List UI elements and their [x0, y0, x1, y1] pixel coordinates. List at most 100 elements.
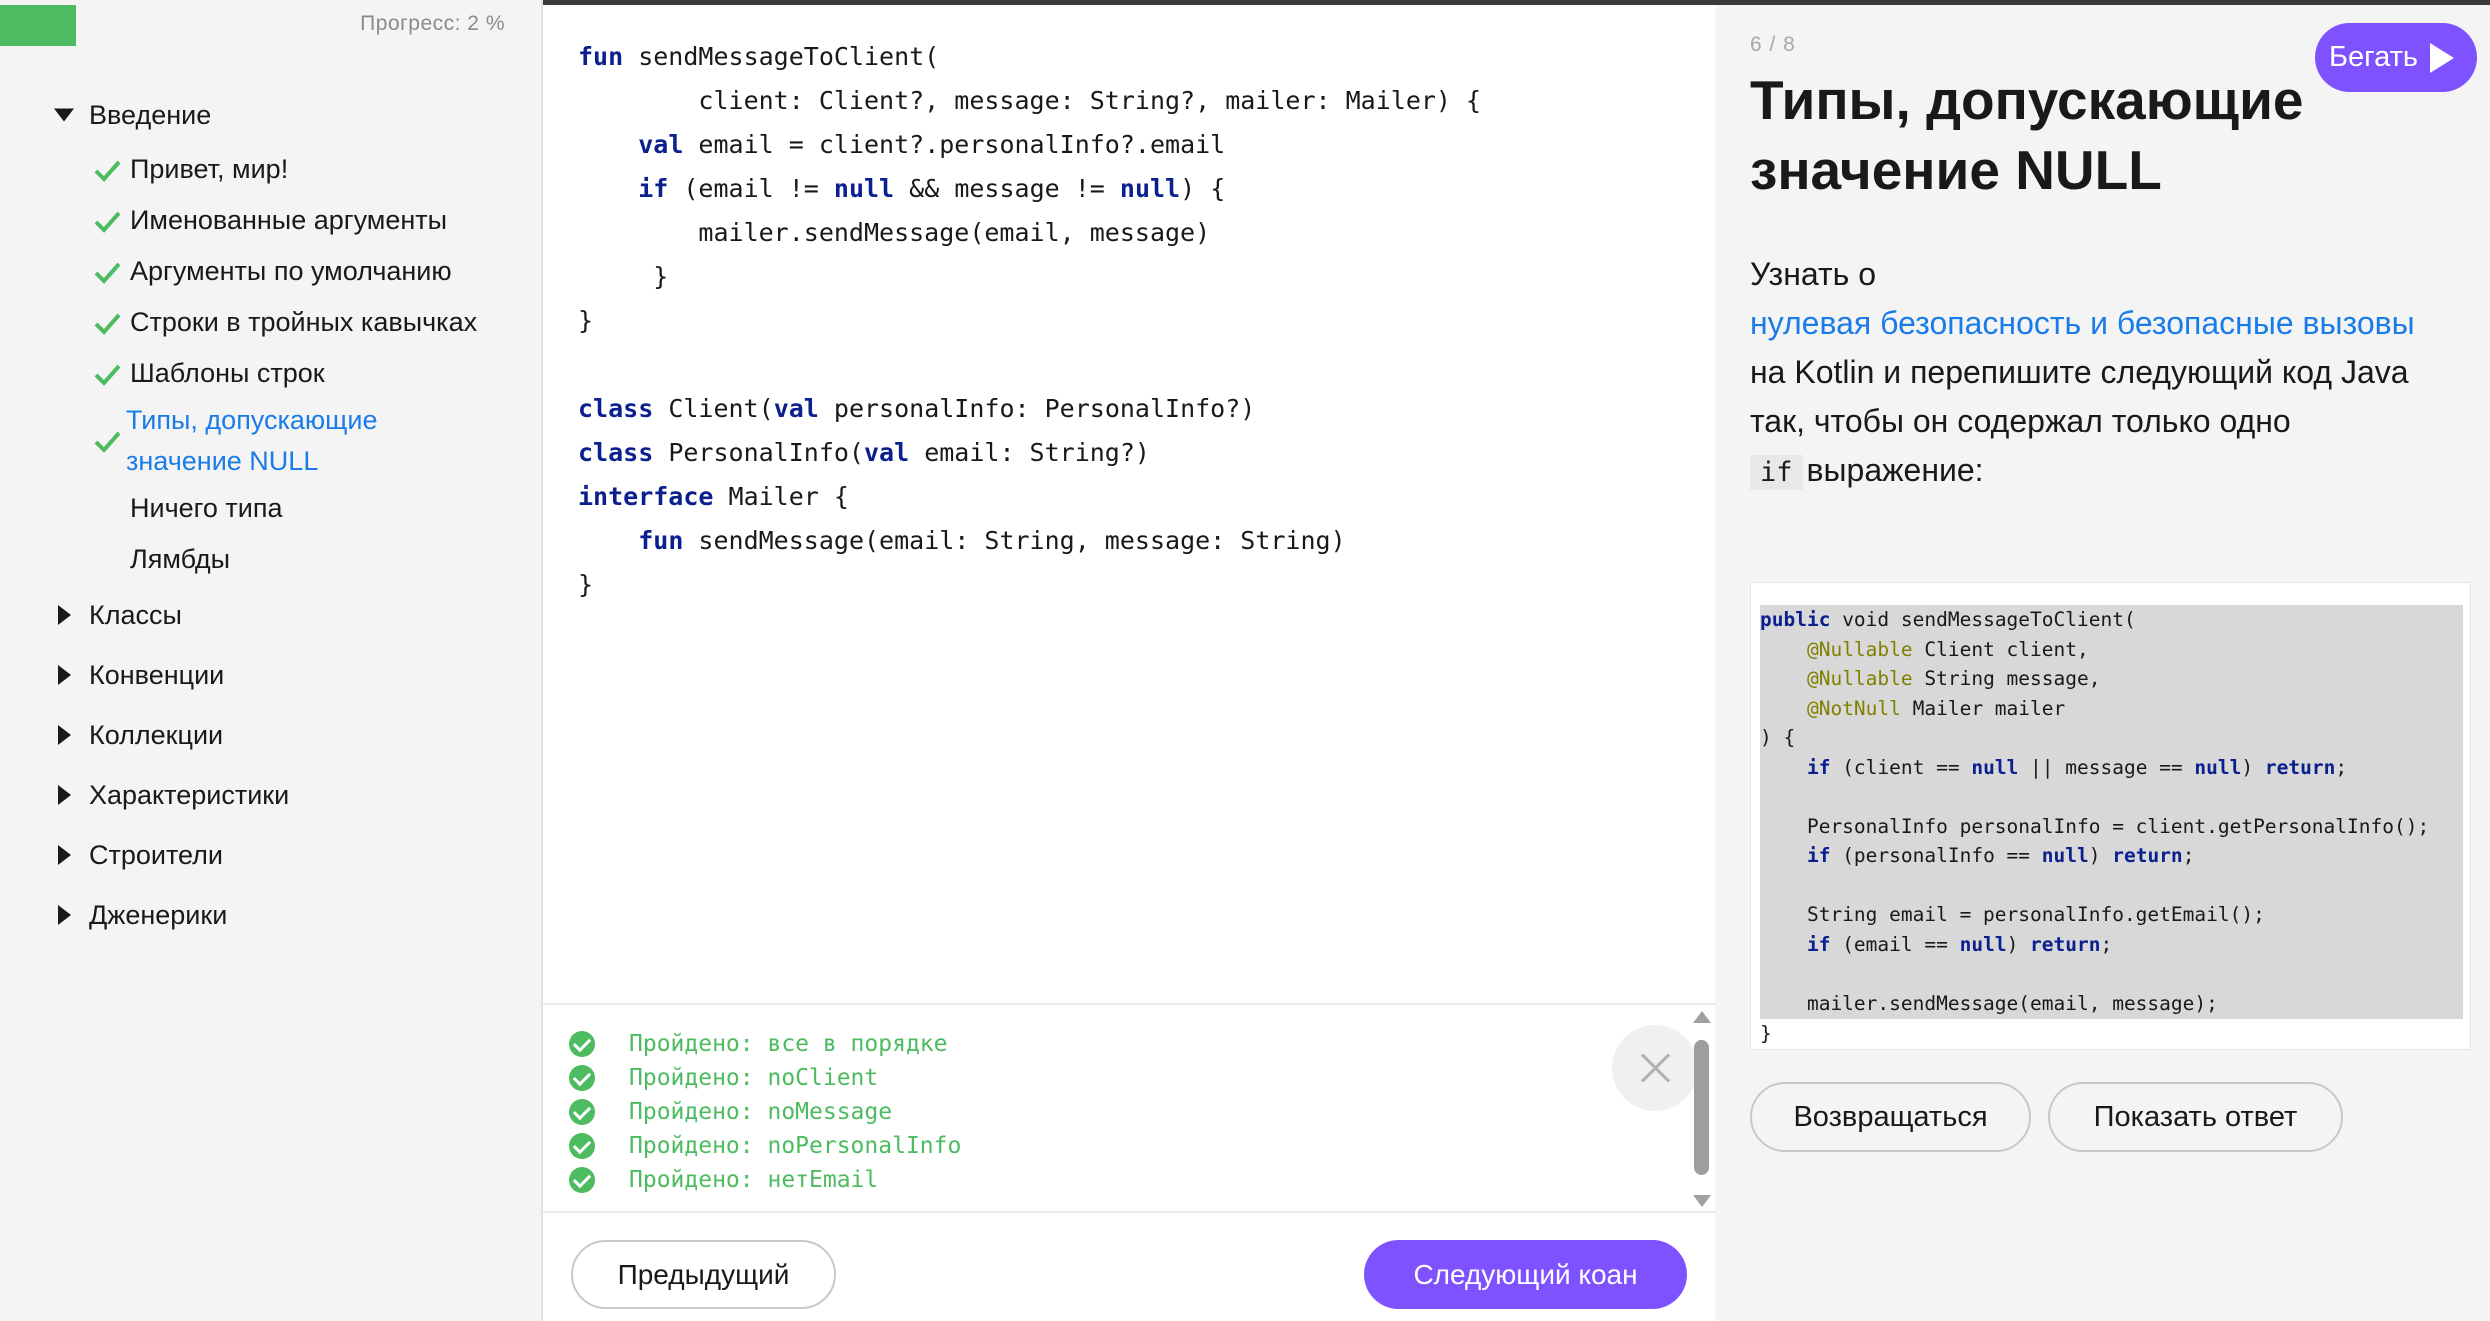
- test-result: Пройдено: noMessage: [569, 1095, 892, 1129]
- lesson-label: Типы, допускающие значение NULL: [126, 405, 378, 476]
- section-generics[interactable]: Дженерики: [0, 885, 541, 945]
- section-label: Введение: [89, 99, 212, 130]
- check-circle-icon: [569, 1133, 595, 1159]
- test-result-text: Пройдено: noMessage: [629, 1099, 893, 1125]
- section-conventions[interactable]: Конвенции: [0, 645, 541, 705]
- desc-suffix: выражение:: [1806, 452, 1984, 488]
- code-editor[interactable]: fun sendMessageToClient( client: Client?…: [543, 5, 1715, 1003]
- scrollbar-thumb[interactable]: [1694, 1040, 1709, 1175]
- test-result: Пройдено: noPersonalInfo: [569, 1129, 961, 1163]
- section-collections[interactable]: Коллекции: [0, 705, 541, 765]
- section-label: Строители: [89, 839, 223, 870]
- code-line: if (email != null && message != null) {: [638, 174, 1226, 203]
- test-result-text: Пройдено: noPersonalInfo: [629, 1133, 962, 1159]
- chevron-down-icon: [54, 108, 74, 122]
- test-result: Пройдено: noClient: [569, 1061, 878, 1095]
- kotlin-code[interactable]: fun sendMessageToClient( client: Client?…: [578, 35, 1481, 607]
- chevron-right-icon: [58, 905, 71, 925]
- test-results-panel: Пройдено: все в порядке Пройдено: noClie…: [543, 1003, 1715, 1213]
- check-icon: [94, 160, 121, 182]
- lesson-label: Именованные аргументы: [130, 205, 448, 235]
- code-line: @NotNull Mailer mailer: [1806, 696, 2066, 720]
- section-intro[interactable]: Введение: [0, 86, 541, 144]
- code-line: if (email == null) return;: [1806, 932, 2113, 956]
- lesson-item[interactable]: Ничего типа: [0, 483, 541, 534]
- code-line: if (personalInfo == null) return;: [1806, 844, 2195, 867]
- test-result-text: Пройдено: все в порядке: [629, 1031, 948, 1057]
- lesson-item[interactable]: Шаблоны строк: [0, 348, 541, 399]
- lesson-item[interactable]: Именованные аргументы: [0, 195, 541, 246]
- code-line: interface Mailer {: [578, 482, 849, 511]
- section-properties[interactable]: Характеристики: [0, 765, 541, 825]
- scroll-down-arrow[interactable]: [1693, 1195, 1711, 1207]
- inline-code: if: [1750, 455, 1803, 490]
- code-line: }: [578, 262, 669, 291]
- check-circle-icon: [569, 1099, 595, 1125]
- lesson-counter: 6 / 8: [1750, 33, 1796, 56]
- back-button[interactable]: Возвращаться: [1750, 1082, 2031, 1152]
- lesson-label: Строки в тройных кавычках: [130, 307, 478, 337]
- test-result: Пройдено: нетEmail: [569, 1163, 878, 1197]
- check-icon: [94, 313, 121, 335]
- lesson-label: Шаблоны строк: [130, 358, 325, 388]
- lesson-item-active[interactable]: Типы, допускающие значение NULL: [0, 399, 541, 483]
- code-line: }: [578, 306, 594, 335]
- previous-button[interactable]: Предыдущий: [571, 1240, 836, 1309]
- check-circle-icon: [569, 1065, 595, 1091]
- chevron-right-icon: [58, 845, 71, 865]
- java-code-closing: }: [1760, 1022, 1772, 1045]
- next-koan-button[interactable]: Следующий коан: [1364, 1240, 1687, 1309]
- section-classes[interactable]: Классы: [0, 585, 541, 645]
- scroll-up-arrow[interactable]: [1693, 1011, 1711, 1023]
- section-label: Дженерики: [89, 899, 228, 930]
- code-line: val email = client?.personalInfo?.email: [638, 130, 1226, 159]
- progress-fill: [0, 5, 76, 46]
- lesson-item[interactable]: Привет, мир!: [0, 144, 541, 195]
- check-icon: [94, 211, 121, 233]
- section-label: Конвенции: [89, 659, 225, 690]
- lesson-item[interactable]: Строки в тройных кавычках: [0, 297, 541, 348]
- code-line: @Nullable String message,: [1806, 667, 2101, 690]
- desc-prefix: Узнать о: [1750, 256, 1876, 292]
- code-line: String email = personalInfo.getEmail();: [1760, 903, 2265, 926]
- chevron-right-icon: [58, 605, 71, 625]
- task-title: Типы, допускающие значение NULL: [1750, 69, 2304, 201]
- lesson-item[interactable]: Аргументы по умолчанию: [0, 246, 541, 297]
- java-code-block: public void sendMessageToClient( @Nullab…: [1750, 582, 2471, 1050]
- close-icon[interactable]: [1612, 1025, 1698, 1111]
- null-safety-link[interactable]: нулевая безопасность и безопасные вызовы: [1750, 299, 2450, 348]
- check-circle-icon: [569, 1167, 595, 1193]
- bottom-nav: Предыдущий Следующий коан: [543, 1213, 1715, 1321]
- test-result: Пройдено: все в порядке: [569, 1027, 948, 1061]
- progress-label: Прогресс: 2 %: [360, 12, 505, 35]
- section-builders[interactable]: Строители: [0, 825, 541, 885]
- code-line: fun sendMessageToClient(: [578, 42, 940, 71]
- code-line: fun sendMessage(email: String, message: …: [638, 526, 1346, 555]
- check-icon: [94, 431, 121, 453]
- code-line: class PersonalInfo(val email: String?): [578, 438, 1150, 467]
- section-label: Классы: [89, 599, 182, 630]
- code-line: }: [578, 570, 594, 599]
- sidebar: Прогресс: 2 % Введение Привет, мир! Имен…: [0, 0, 543, 1321]
- code-line: client: Client?, message: String?, maile…: [578, 86, 1482, 115]
- lesson-label: Аргументы по умолчанию: [130, 256, 452, 286]
- show-answer-button[interactable]: Показать ответ: [2048, 1082, 2343, 1152]
- lesson-label: Лямбды: [130, 544, 231, 574]
- code-line: mailer.sendMessage(email, message);: [1760, 991, 2218, 1015]
- section-label: Характеристики: [89, 779, 290, 810]
- course-tree: Введение Привет, мир! Именованные аргуме…: [0, 86, 541, 945]
- task-description: Узнать о нулевая безопасность и безопасн…: [1750, 250, 2450, 497]
- check-icon: [94, 364, 121, 386]
- test-result-text: Пройдено: noClient: [629, 1065, 879, 1091]
- lesson-item[interactable]: Лямбды: [0, 534, 541, 585]
- code-line: PersonalInfo personalInfo = client.getPe…: [1760, 814, 2430, 838]
- code-line: public void sendMessageToClient(: [1760, 608, 2136, 631]
- code-line: if (client == null || message == null) r…: [1806, 755, 2348, 779]
- section-label: Коллекции: [89, 719, 224, 750]
- test-result-text: Пройдено: нетEmail: [629, 1167, 879, 1193]
- code-line: mailer.sendMessage(email, message): [578, 218, 1211, 247]
